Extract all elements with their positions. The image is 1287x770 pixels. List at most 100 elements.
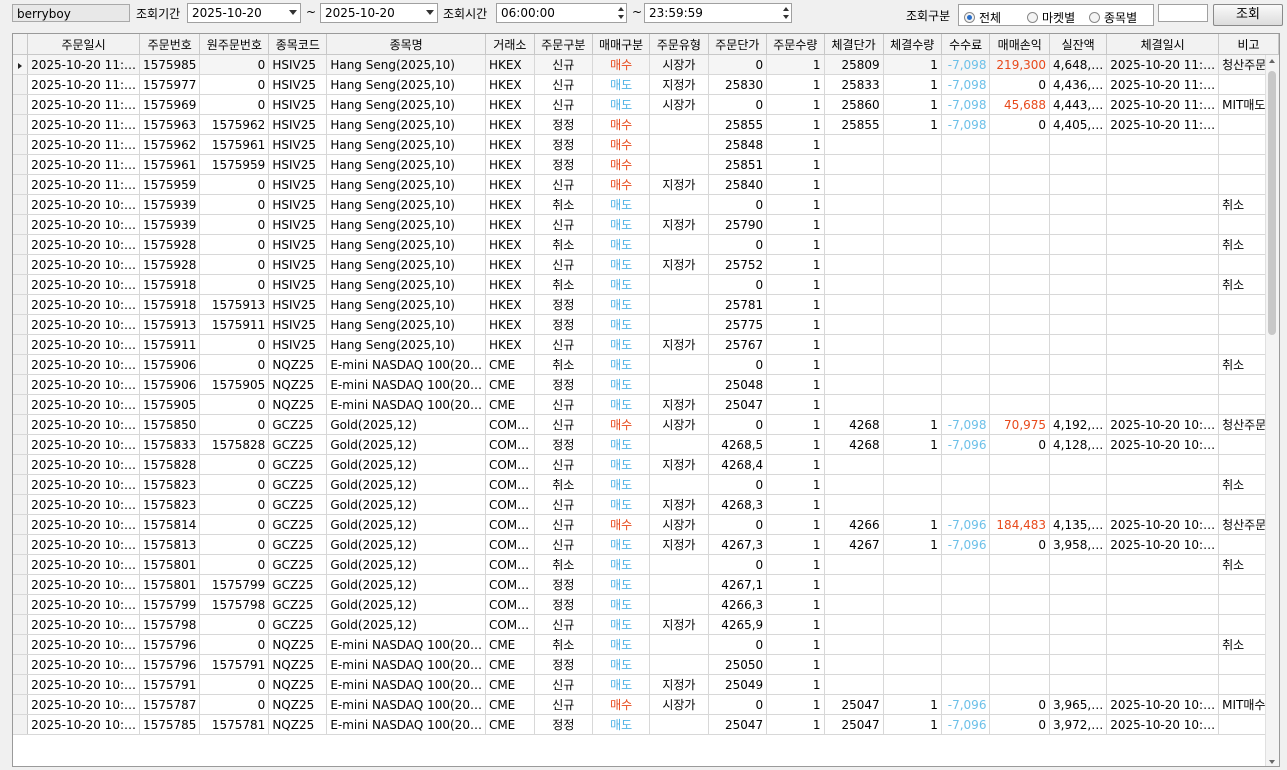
time-from-spinner[interactable]: 06:00:00 [496,3,627,23]
row-indicator[interactable] [13,474,29,495]
row-indicator[interactable] [13,374,29,395]
row-indicator[interactable] [13,294,29,315]
radio-market[interactable]: 마켓별 [1027,9,1075,26]
date-from-picker[interactable]: 2025-10-20 [187,3,301,23]
scrollbar-thumb[interactable] [1268,71,1276,335]
search-input[interactable] [1158,4,1208,22]
table-row[interactable]: 2025-10-20 10:… 1575787 0 NQZ25 E-mini NASDA… [13,694,1279,715]
table-row[interactable]: 2025-10-20 10:… 1575850 0 GCZ25 Gold(2025,12… [13,414,1279,435]
column-header[interactable]: 체결수량 [883,34,942,55]
row-indicator[interactable] [13,394,29,415]
table-row[interactable]: 2025-10-20 10:… 1575906 0 NQZ25 E-mini NASDA… [13,354,1279,375]
column-header[interactable]: 주문번호 [139,34,201,55]
row-indicator[interactable] [13,694,29,715]
column-header[interactable]: 비고 [1218,34,1279,55]
row-indicator[interactable] [13,134,29,155]
table-row[interactable]: 2025-10-20 11:… 1575961 1575959 HSIV25 Hang … [13,154,1279,175]
row-indicator[interactable] [13,594,29,615]
table-row[interactable]: 2025-10-20 10:… 1575905 0 NQZ25 E-mini NASDA… [13,394,1279,415]
table-row[interactable]: 2025-10-20 10:… 1575913 1575911 HSIV25 Hang … [13,314,1279,335]
table-row[interactable]: 2025-10-20 10:… 1575823 0 GCZ25 Gold(2025,12… [13,474,1279,495]
row-indicator[interactable] [13,254,29,275]
table-row[interactable]: 2025-10-20 10:… 1575813 0 GCZ25 Gold(2025,12… [13,534,1279,555]
vertical-scrollbar[interactable] [1265,55,1279,766]
spin-up-icon[interactable] [618,7,624,11]
table-row[interactable]: 2025-10-20 10:… 1575911 0 HSIV25 Hang Seng(2… [13,334,1279,355]
column-header[interactable]: 주문유형 [649,34,709,55]
column-header[interactable]: 종목명 [326,34,486,55]
search-button[interactable]: 조회 [1213,4,1283,26]
table-row[interactable]: 2025-10-20 11:… 1575959 0 HSIV25 Hang Seng(2… [13,174,1279,195]
row-indicator[interactable] [13,354,29,375]
table-row[interactable]: 2025-10-20 10:… 1575833 1575828 GCZ25 Gold(2… [13,434,1279,455]
column-header[interactable]: 주문단가 [708,34,768,55]
row-indicator[interactable] [13,54,29,75]
table-row[interactable]: 2025-10-20 10:… 1575785 1575781 NQZ25 E-mini… [13,714,1279,735]
row-indicator[interactable] [13,574,29,595]
row-indicator[interactable] [13,634,29,655]
row-indicator[interactable] [13,494,29,515]
row-indicator[interactable] [13,514,29,535]
table-row[interactable]: 2025-10-20 11:… 1575977 0 HSIV25 Hang Seng(2… [13,74,1279,95]
column-header[interactable]: 체결일시 [1106,34,1220,55]
row-indicator[interactable] [13,334,29,355]
row-indicator[interactable] [13,674,29,695]
row-indicator[interactable] [13,414,29,435]
scroll-up-icon[interactable] [1269,59,1275,63]
row-indicator[interactable] [13,194,29,215]
spin-down-icon[interactable] [618,15,624,19]
row-indicator[interactable] [13,274,29,295]
chevron-down-icon[interactable] [426,10,434,15]
column-header[interactable]: 매매손익 [989,34,1051,55]
row-indicator[interactable] [13,654,29,675]
column-header[interactable]: 매매구분 [592,34,651,55]
radio-all[interactable]: 전체 [964,9,1001,26]
table-row[interactable]: 2025-10-20 10:… 1575939 0 HSIV25 Hang Seng(2… [13,194,1279,215]
table-row[interactable]: 2025-10-20 10:… 1575939 0 HSIV25 Hang Seng(2… [13,214,1279,235]
table-row[interactable]: 2025-10-20 10:… 1575918 0 HSIV25 Hang Seng(2… [13,274,1279,295]
table-row[interactable]: 2025-10-20 10:… 1575918 1575913 HSIV25 Hang … [13,294,1279,315]
date-to-picker[interactable]: 2025-10-20 [320,3,438,23]
table-row[interactable]: 2025-10-20 10:… 1575928 0 HSIV25 Hang Seng(2… [13,234,1279,255]
scroll-down-icon[interactable] [1269,760,1275,764]
table-row[interactable]: 2025-10-20 10:… 1575799 1575798 GCZ25 Gold(2… [13,594,1279,615]
time-to-spinner[interactable]: 23:59:59 [644,3,792,23]
row-indicator[interactable] [13,614,29,635]
spin-down-icon[interactable] [783,15,789,19]
row-indicator[interactable] [13,174,29,195]
column-header[interactable]: 주문구분 [534,34,593,55]
row-indicator[interactable] [13,714,29,735]
table-row[interactable]: 2025-10-20 10:… 1575796 1575791 NQZ25 E-mini… [13,654,1279,675]
row-indicator[interactable] [13,234,29,255]
table-row[interactable]: 2025-10-20 10:… 1575801 1575799 GCZ25 Gold(2… [13,574,1279,595]
row-indicator[interactable] [13,534,29,555]
table-row[interactable]: 2025-10-20 10:… 1575796 0 NQZ25 E-mini NASDA… [13,634,1279,655]
column-header[interactable]: 원주문번호 [199,34,270,55]
table-row[interactable]: 2025-10-20 10:… 1575823 0 GCZ25 Gold(2025,12… [13,494,1279,515]
table-row[interactable]: 2025-10-20 10:… 1575828 0 GCZ25 Gold(2025,12… [13,454,1279,475]
radio-symbol[interactable]: 종목별 [1089,9,1137,26]
column-header[interactable]: 체결단가 [824,34,884,55]
table-row[interactable]: 2025-10-20 10:… 1575928 0 HSIV25 Hang Seng(2… [13,254,1279,275]
table-row[interactable]: 2025-10-20 10:… 1575798 0 GCZ25 Gold(2025,12… [13,614,1279,635]
table-row[interactable]: 2025-10-20 10:… 1575814 0 GCZ25 Gold(2025,12… [13,514,1279,535]
account-field[interactable]: berryboy [12,4,130,22]
row-indicator[interactable] [13,94,29,115]
table-row[interactable]: 2025-10-20 10:… 1575791 0 NQZ25 E-mini NASDA… [13,674,1279,695]
column-header[interactable]: 실잔액 [1049,34,1108,55]
table-row[interactable]: 2025-10-20 10:… 1575801 0 GCZ25 Gold(2025,12… [13,554,1279,575]
column-header[interactable]: 주문일시 [27,34,140,55]
spin-up-icon[interactable] [783,7,789,11]
column-header[interactable]: 수수료 [941,34,991,55]
table-row[interactable]: 2025-10-20 11:… 1575969 0 HSIV25 Hang Seng(2… [13,94,1279,115]
chevron-down-icon[interactable] [289,10,297,15]
table-row[interactable]: 2025-10-20 11:… 1575962 1575961 HSIV25 Hang … [13,134,1279,155]
row-indicator[interactable] [13,314,29,335]
row-indicator[interactable] [13,454,29,475]
column-header[interactable]: 거래소 [485,34,535,55]
table-row[interactable]: 2025-10-20 11:… 1575985 0 HSIV25 Hang Seng(2… [13,54,1279,75]
row-indicator[interactable] [13,74,29,95]
row-indicator[interactable] [13,114,29,135]
row-indicator[interactable] [13,434,29,455]
table-row[interactable]: 2025-10-20 11:… 1575963 1575962 HSIV25 Hang … [13,114,1279,135]
